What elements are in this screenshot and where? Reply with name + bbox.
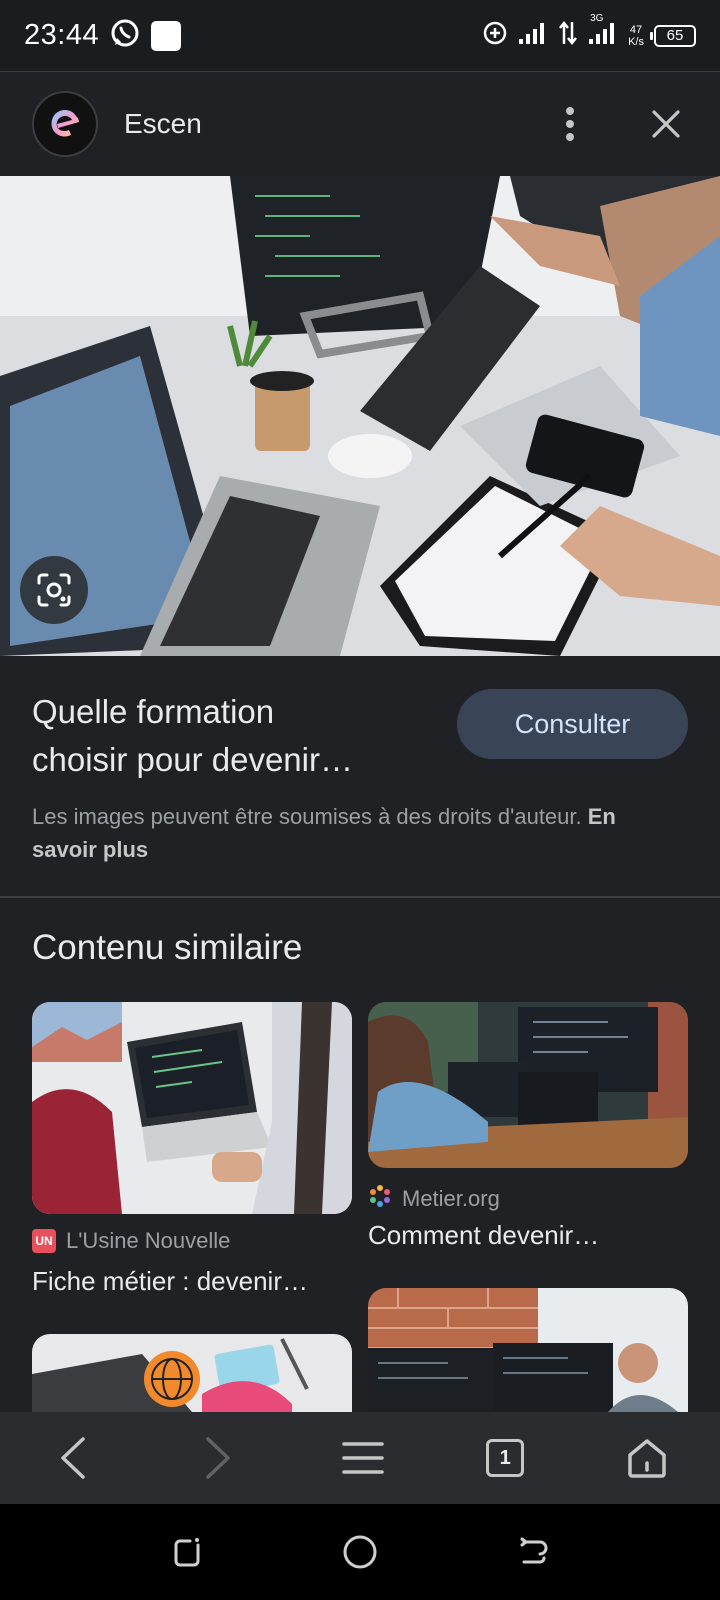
section-divider (0, 896, 720, 898)
notification-square-icon (151, 20, 182, 51)
home-circle-icon[interactable] (338, 1530, 382, 1574)
network-speed: 47 K/s (628, 23, 644, 48)
escen-logo-icon (51, 110, 79, 137)
consult-button[interactable]: Consulter (457, 689, 688, 759)
whatsapp-icon (109, 17, 141, 54)
sheet-header: Escen (0, 73, 720, 175)
browser-bottom-bar: 1 (0, 1412, 720, 1504)
hero-image[interactable] (0, 176, 720, 656)
copyright-notice: Les images peuvent être soumises à des d… (32, 804, 616, 862)
site-name: Escen (124, 108, 202, 139)
signal-3g-icon: 3G (588, 13, 618, 50)
battery-indicator: 65 (650, 24, 696, 47)
site-logo (32, 91, 98, 157)
similar-card-3-image[interactable] (32, 1334, 352, 1412)
similar-card-2-caption[interactable]: Comment devenir… (368, 1220, 599, 1251)
similar-card-1-image[interactable] (32, 1002, 352, 1214)
recents-icon[interactable] (165, 1530, 209, 1574)
similar-card-1-caption[interactable]: Fiche métier : devenir… (32, 1266, 308, 1297)
google-lens-icon[interactable] (20, 556, 88, 624)
more-vert-icon[interactable] (548, 102, 592, 146)
similar-card-2-source: Metier.org (368, 1184, 500, 1214)
signal-icon (518, 21, 548, 50)
status-time: 23:44 (24, 19, 100, 51)
back-icon[interactable] (51, 1436, 95, 1480)
similar-heading: Contenu similaire (32, 928, 303, 967)
menu-icon[interactable] (341, 1436, 385, 1480)
result-title[interactable]: Quelle formation choisir pour devenir… (32, 688, 432, 784)
system-navigation-bar (0, 1504, 720, 1600)
similar-card-2-image[interactable] (368, 1002, 688, 1168)
status-bar: 23:44 3G 47 K/s 65 (0, 0, 720, 72)
metier-org-logo-icon (368, 1184, 392, 1214)
close-icon[interactable] (644, 102, 688, 146)
similar-card-4-image[interactable] (368, 1288, 688, 1412)
data-saver-icon (482, 20, 508, 51)
data-transfer-icon (558, 20, 578, 51)
tabs-icon[interactable]: 1 (486, 1439, 525, 1477)
usine-nouvelle-logo-icon: UN (32, 1229, 56, 1253)
similar-card-1-source: UN L'Usine Nouvelle (32, 1228, 230, 1254)
home-icon[interactable] (625, 1436, 669, 1480)
forward-icon[interactable] (196, 1436, 240, 1480)
back-system-icon[interactable] (511, 1530, 555, 1574)
